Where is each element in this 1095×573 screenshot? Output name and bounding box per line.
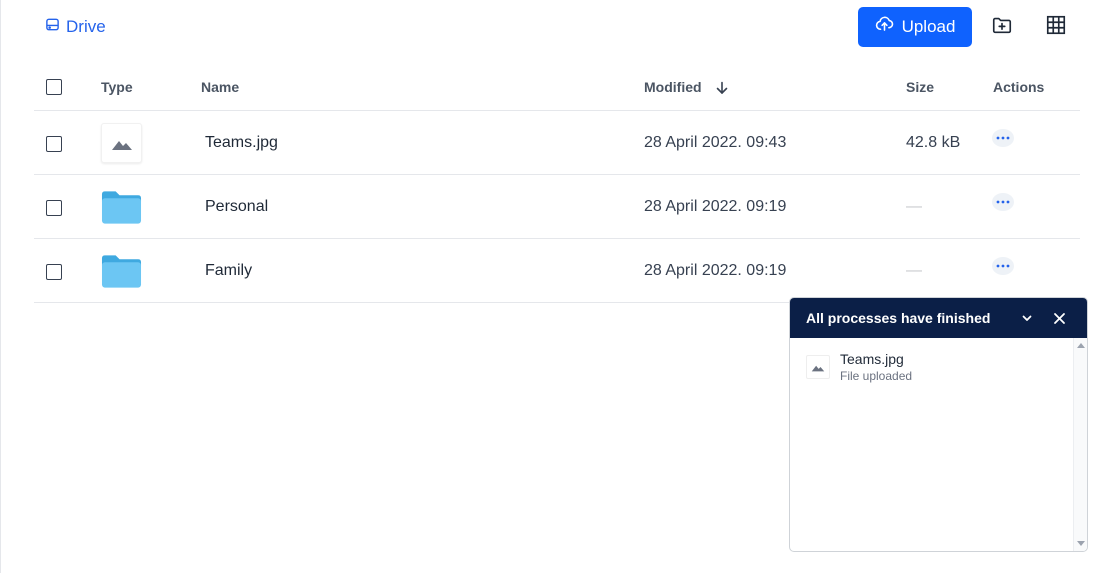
row-checkbox[interactable] — [46, 136, 62, 152]
file-modified: 28 April 2022. 09:43 — [644, 134, 787, 151]
row-checkbox[interactable] — [46, 264, 62, 280]
row-checkbox[interactable] — [46, 200, 62, 216]
process-item: Teams.jpg File uploaded — [806, 351, 912, 383]
breadcrumb-drive[interactable]: Drive — [45, 16, 106, 38]
column-type: Type — [101, 79, 133, 95]
cloud-upload-icon — [875, 15, 894, 39]
breadcrumb-label: Drive — [66, 17, 106, 36]
process-file-name: Teams.jpg — [840, 351, 904, 367]
grid-view-button[interactable] — [1043, 14, 1069, 40]
process-list: Teams.jpg File uploaded — [790, 338, 1087, 551]
folder-icon — [101, 187, 142, 227]
file-size: 42.8 kB — [906, 134, 961, 151]
more-actions-button[interactable] — [992, 193, 1014, 211]
table-row[interactable]: Personal 28 April 2022. 09:19 — — [34, 175, 1080, 239]
drive-icon — [45, 17, 60, 37]
column-modified-label: Modified — [644, 79, 702, 95]
column-modified[interactable]: Modified — [644, 79, 729, 95]
upload-label: Upload — [901, 17, 956, 36]
table-row[interactable]: Family 28 April 2022. 09:19 — — [34, 239, 1080, 303]
close-panel-button[interactable] — [1049, 308, 1069, 328]
process-list-scrollbar[interactable] — [1073, 338, 1087, 551]
column-size[interactable]: Size — [906, 79, 934, 95]
more-actions-button[interactable] — [992, 129, 1014, 147]
file-size: — — [906, 198, 922, 215]
drive-page: Drive Upload Type Name Modified Size Act… — [0, 0, 1095, 573]
scroll-down-icon[interactable] — [1077, 541, 1085, 546]
file-name[interactable]: Teams.jpg — [205, 134, 278, 152]
collapse-panel-button[interactable] — [1017, 308, 1037, 328]
table-row[interactable]: Teams.jpg 28 April 2022. 09:43 42.8 kB — [34, 111, 1080, 175]
grid-icon — [1045, 14, 1067, 41]
process-panel-title: All processes have finished — [806, 310, 991, 326]
new-folder-button[interactable] — [989, 14, 1015, 40]
table-header: Type Name Modified Size Actions — [34, 63, 1080, 111]
chevron-down-icon — [1022, 315, 1032, 321]
more-actions-button[interactable] — [992, 257, 1014, 275]
folder-icon — [101, 251, 142, 291]
more-horizontal-icon — [996, 136, 1010, 140]
select-all-checkbox[interactable] — [46, 79, 62, 95]
process-status: File uploaded — [840, 369, 913, 383]
more-horizontal-icon — [996, 264, 1010, 268]
process-panel-header: All processes have finished — [790, 298, 1087, 338]
column-name[interactable]: Name — [201, 79, 239, 95]
column-actions: Actions — [993, 79, 1045, 95]
arrow-down-icon[interactable] — [715, 81, 729, 95]
image-file-icon — [101, 123, 142, 163]
scroll-up-icon[interactable] — [1077, 343, 1085, 348]
image-file-icon — [806, 355, 830, 379]
file-size: — — [906, 262, 922, 279]
more-horizontal-icon — [996, 200, 1010, 204]
process-panel: All processes have finished Teams.jpg Fi… — [789, 297, 1088, 552]
file-table: Type Name Modified Size Actions Teams.jp… — [34, 63, 1080, 303]
folder-name[interactable]: Family — [205, 262, 252, 280]
file-modified: 28 April 2022. 09:19 — [644, 198, 787, 215]
close-icon — [1053, 312, 1065, 324]
file-modified: 28 April 2022. 09:19 — [644, 262, 787, 279]
folder-plus-icon — [991, 14, 1013, 41]
upload-button[interactable]: Upload — [858, 7, 972, 47]
folder-name[interactable]: Personal — [205, 198, 268, 216]
